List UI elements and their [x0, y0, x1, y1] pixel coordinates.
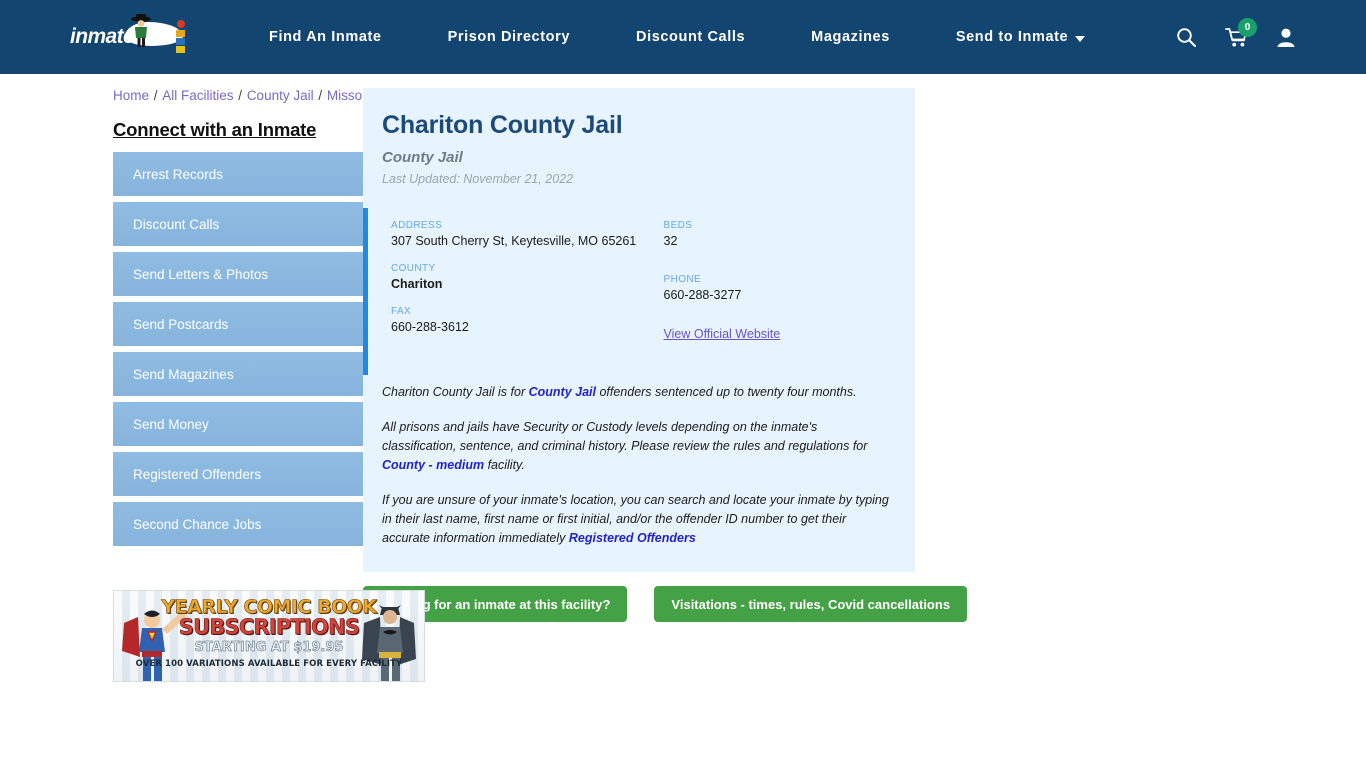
- inline-link-registered-offenders[interactable]: Registered Offenders: [569, 531, 696, 545]
- desc-p1-text-b: offenders sentenced up to twenty four mo…: [595, 385, 857, 399]
- logo-figure-icon: [131, 14, 151, 47]
- sidebar-item-label: Second Chance Jobs: [113, 502, 391, 546]
- breadcrumb-item-home[interactable]: Home: [113, 88, 149, 103]
- logo-color-bars-icon: [176, 20, 185, 53]
- chevron-down-icon: [1075, 36, 1086, 42]
- primary-nav-links: Find An Inmate Prison Directory Discount…: [236, 29, 1176, 45]
- comic-book-ad-banner[interactable]: YEARLY COMIC BOOK SUBSCRIPTIONS STARTING…: [113, 590, 425, 682]
- nav-label: Prison Directory: [447, 29, 571, 45]
- inline-link-county-jail[interactable]: County Jail: [529, 385, 596, 399]
- search-icon[interactable]: [1176, 27, 1197, 48]
- info-label: COUNTY: [391, 262, 436, 274]
- facility-detail-card: Chariton County Jail County Jail Last Up…: [363, 88, 915, 572]
- top-navigation-bar: inmate AID Find An Inmate Prison Directo…: [0, 0, 1366, 74]
- ad-line-4: OVER 100 VARIATIONS AVAILABLE FOR EVERY …: [135, 659, 403, 669]
- left-sidebar-column: Home / All Facilities / County Jail / Mi…: [0, 74, 435, 682]
- breadcrumb-item-county-jail[interactable]: County Jail: [247, 88, 314, 103]
- nav-link-find-an-inmate[interactable]: Find An Inmate: [236, 29, 415, 45]
- info-value: 660-288-3277: [663, 287, 742, 302]
- info-label: BEDS: [663, 219, 693, 231]
- page-body: Home / All Facilities / County Jail / Mi…: [0, 74, 1366, 682]
- nav-label: Magazines: [811, 29, 890, 45]
- cart-count-badge: 0: [1238, 17, 1257, 37]
- breadcrumb-separator: /: [314, 88, 326, 103]
- facility-type-subtitle: County Jail: [382, 148, 463, 166]
- sidebar-item-label: Discount Calls: [113, 202, 391, 246]
- info-field-county: COUNTY Chariton: [391, 263, 642, 292]
- nav-label: Find An Inmate: [269, 29, 382, 45]
- info-field-address: ADDRESS 307 South Cherry St, Keytesville…: [391, 220, 642, 249]
- visitations-info-button[interactable]: Visitations - times, rules, Covid cancel…: [654, 586, 968, 622]
- cart-icon[interactable]: 0: [1225, 17, 1257, 48]
- info-field-beds: BEDS 32: [664, 220, 916, 249]
- info-value: 660-288-3612: [391, 320, 469, 334]
- sidebar-item-label: Send Money: [113, 402, 391, 446]
- breadcrumb-item-all-facilities[interactable]: All Facilities: [162, 88, 233, 103]
- info-field-phone: PHONE 660-288-3277: [664, 274, 916, 303]
- sidebar-item-label: Send Letters & Photos: [113, 252, 391, 296]
- facility-description: Chariton County Jail is for County Jail …: [363, 375, 915, 572]
- breadcrumb-separator: /: [150, 88, 162, 103]
- nav-link-magazines[interactable]: Magazines: [778, 29, 923, 45]
- info-label: PHONE: [663, 273, 702, 285]
- site-logo[interactable]: inmate AID: [70, 14, 190, 58]
- desc-p2-text-b: facility.: [484, 458, 525, 472]
- info-value: 307 South Cherry St, Keytesville, MO 652…: [391, 233, 637, 248]
- info-label: FAX: [391, 306, 412, 317]
- info-field-fax: FAX 660-288-3612: [391, 306, 642, 335]
- facility-info-left-column: ADDRESS 307 South Cherry St, Keytesville…: [368, 220, 642, 358]
- cta-button-row: Looking for an inmate at this facility? …: [363, 586, 1366, 622]
- nav-icon-group: 0: [1176, 17, 1366, 48]
- sidebar-item-label: Arrest Records: [113, 152, 391, 196]
- nav-link-send-to-inmate[interactable]: Send to Inmate: [923, 29, 1118, 45]
- main-content-column: Chariton County Jail County Jail Last Up…: [345, 74, 1366, 682]
- info-value: Chariton: [391, 276, 443, 291]
- view-official-website-link[interactable]: View Official Website: [664, 327, 781, 341]
- description-paragraph-3: If you are unsure of your inmate's locat…: [382, 491, 893, 548]
- info-label: ADDRESS: [391, 219, 443, 231]
- nav-label: Discount Calls: [636, 29, 746, 45]
- nav-link-prison-directory[interactable]: Prison Directory: [415, 29, 603, 45]
- sidebar-item-label: Send Magazines: [113, 352, 391, 396]
- breadcrumb: Home / All Facilities / County Jail / Mi…: [113, 74, 377, 103]
- desc-p2-text-a: All prisons and jails have Security or C…: [382, 420, 868, 453]
- nav-label: Send to Inmate: [955, 29, 1069, 45]
- info-field-website: View Official Website: [664, 325, 916, 343]
- page-title: Chariton County Jail: [382, 111, 623, 139]
- sidebar-item-label: Registered Offenders: [113, 452, 391, 496]
- description-paragraph-2: All prisons and jails have Security or C…: [382, 418, 893, 475]
- facility-info-panel: ADDRESS 307 South Cherry St, Keytesville…: [363, 207, 916, 375]
- facility-header: Chariton County Jail County Jail Last Up…: [363, 111, 915, 186]
- breadcrumb-separator: /: [234, 88, 246, 103]
- account-icon[interactable]: [1276, 27, 1296, 48]
- ad-line-3: STARTING AT $19.95: [194, 640, 344, 656]
- description-paragraph-1: Chariton County Jail is for County Jail …: [382, 383, 893, 402]
- desc-p1-text-a: Chariton County Jail is for: [382, 385, 529, 399]
- logo-text-inmate: inmate: [70, 25, 135, 48]
- facility-info-right-column: BEDS 32 PHONE 660-288-3277 View Official…: [642, 220, 916, 358]
- nav-link-discount-calls[interactable]: Discount Calls: [603, 29, 778, 45]
- sidebar-item-label: Send Postcards: [113, 302, 391, 346]
- ad-line-2: SUBSCRIPTIONS: [178, 615, 360, 640]
- last-updated-text: Last Updated: November 21, 2022: [382, 171, 574, 186]
- inline-link-county-medium[interactable]: County - medium: [382, 458, 484, 472]
- info-value: 32: [663, 233, 678, 248]
- sidebar-heading: Connect with an Inmate: [113, 119, 317, 140]
